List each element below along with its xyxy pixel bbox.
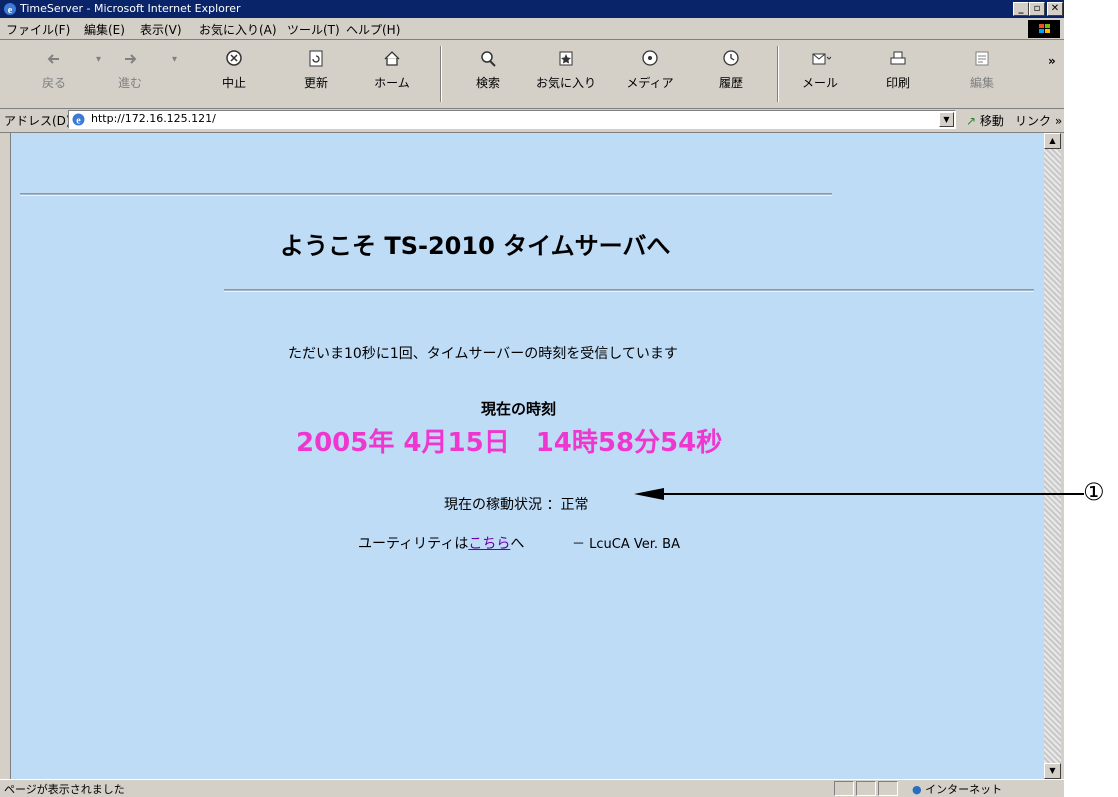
go-label: 移動 [979,114,1004,128]
status-cell [878,781,898,796]
utility-link[interactable]: こちら [468,536,510,552]
receive-message: ただいま10秒に1回、タイムサーバーの時刻を受信しています [288,346,678,362]
heading-divider [224,289,1034,292]
utility-suffix: へ [510,536,525,552]
menu-view[interactable]: 表示(V) [140,21,182,38]
forward-dropdown-icon[interactable]: ▾ [172,54,177,65]
printer-icon [890,51,906,65]
stop-label: 中止 [221,76,246,90]
menu-favorites[interactable]: お気に入り(A) [199,21,277,38]
callout-arrow [634,488,1084,500]
refresh-button[interactable]: 更新 [286,46,346,91]
media-button[interactable]: メディア [620,46,680,91]
history-button[interactable]: 履歴 [701,46,761,91]
toolbar-separator [440,46,442,102]
vertical-scrollbar[interactable]: ▲ ▼ [1044,133,1061,779]
address-label: アドレス(D) [4,114,71,128]
scroll-down-icon[interactable]: ▼ [1044,763,1061,779]
toolbar-separator [777,46,779,102]
callout-number: ① [1083,477,1113,507]
search-icon [481,51,496,67]
forward-arrow-icon [125,54,137,64]
refresh-label: 更新 [303,76,328,90]
favorites-label: お気に入り [536,76,597,90]
operation-status: 現在の稼動状況 ：正常 [444,494,588,514]
stop-button[interactable]: 中止 [204,46,264,91]
go-arrow-icon: ↗ [966,114,977,128]
forward-label: 進む [117,76,142,90]
scroll-up-icon[interactable]: ▲ [1044,133,1061,149]
print-button[interactable]: 印刷 [868,46,928,91]
minimize-button[interactable]: _ [1013,2,1029,16]
svg-text:e: e [76,116,81,127]
window-title: TimeServer - Microsoft Internet Explorer [20,2,241,15]
status-label: 現在の稼動状況 ： [444,497,561,513]
utility-prefix: ユーティリティは [358,536,469,552]
history-label: 履歴 [718,76,743,90]
mail-label: メール [801,76,838,90]
menu-file[interactable]: ファイル(F) [6,21,70,38]
current-time-label: 現在の時刻 [481,400,557,418]
history-icon [723,50,739,66]
ie-logo-icon: e [4,3,16,16]
favorites-button[interactable]: お気に入り [536,46,596,91]
page-heading: ようこそ TS-2010 タイムサーバへ [280,232,671,260]
mail-button[interactable]: メール [790,46,850,91]
svg-text:e: e [8,5,13,16]
browser-window: e TimeServer - Microsoft Internet Explor… [0,0,1064,797]
media-icon [642,50,658,66]
menu-tools[interactable]: ツール(T) [287,21,340,38]
back-label: 戻る [41,76,66,90]
address-input[interactable]: e http://172.16.125.121/ ▼ [68,110,956,129]
forward-button[interactable]: 進む [100,46,160,91]
status-bar: ページが表示されました ● インターネット [0,779,1064,797]
edit-button[interactable]: 編集 [952,46,1012,91]
media-label: メディア [626,76,674,90]
address-url: http://172.16.125.121/ [91,112,216,125]
toolbar: 戻る ▾ 進む ▾ 中止 更新 ホーム 検索 お気に入り メディア 履歴 メール… [0,40,1064,109]
address-bar: アドレス(D) e http://172.16.125.121/ ▼ ↗ 移動 … [0,108,1064,133]
status-value: 正常 [560,497,589,513]
menu-help[interactable]: ヘルプ(H) [346,21,400,38]
back-button[interactable]: 戻る [24,46,84,91]
links-button[interactable]: リンク » [1015,112,1062,129]
print-label: 印刷 [885,76,910,90]
zone-label: インターネット [925,783,1003,796]
mail-icon [812,53,832,65]
top-divider [20,193,832,196]
current-time-value: 2005年 4月15日 14時58分54秒 [296,428,723,458]
go-button[interactable]: ↗ 移動 [966,112,1004,129]
home-icon [384,51,400,66]
title-bar[interactable]: e TimeServer - Microsoft Internet Explor… [0,0,1064,18]
edit-label: 編集 [969,76,994,90]
home-label: ホーム [374,76,410,90]
stop-icon [226,50,242,66]
close-button[interactable]: ✕ [1047,2,1063,16]
status-cell [834,781,854,796]
callout-label: ① [1083,478,1105,506]
globe-icon: ● [912,783,922,796]
menu-bar: ファイル(F) 編集(E) 表示(V) お気に入り(A) ツール(T) ヘルプ(… [0,19,1064,40]
toolbar-more-chevron-icon[interactable]: » [1048,54,1056,68]
internet-zone: ● インターネット [912,781,1002,797]
home-button[interactable]: ホーム [362,46,422,91]
search-button[interactable]: 検索 [458,46,518,91]
version-text: － LcuCA Ver. BA [572,537,680,552]
back-arrow-icon [47,54,59,64]
page-icon: e [72,113,85,127]
windows-logo-icon [1028,20,1060,38]
menu-edit[interactable]: 編集(E) [84,21,125,38]
utility-line: ユーティリティはこちらへ [358,533,524,553]
status-cell [856,781,876,796]
edit-icon [975,51,989,66]
address-dropdown-icon[interactable]: ▼ [939,112,954,127]
status-text: ページが表示されました [4,783,125,796]
search-label: 検索 [475,76,500,90]
favorites-icon [559,51,573,66]
maximize-button[interactable]: ▫ [1029,2,1045,16]
refresh-icon [309,50,323,67]
